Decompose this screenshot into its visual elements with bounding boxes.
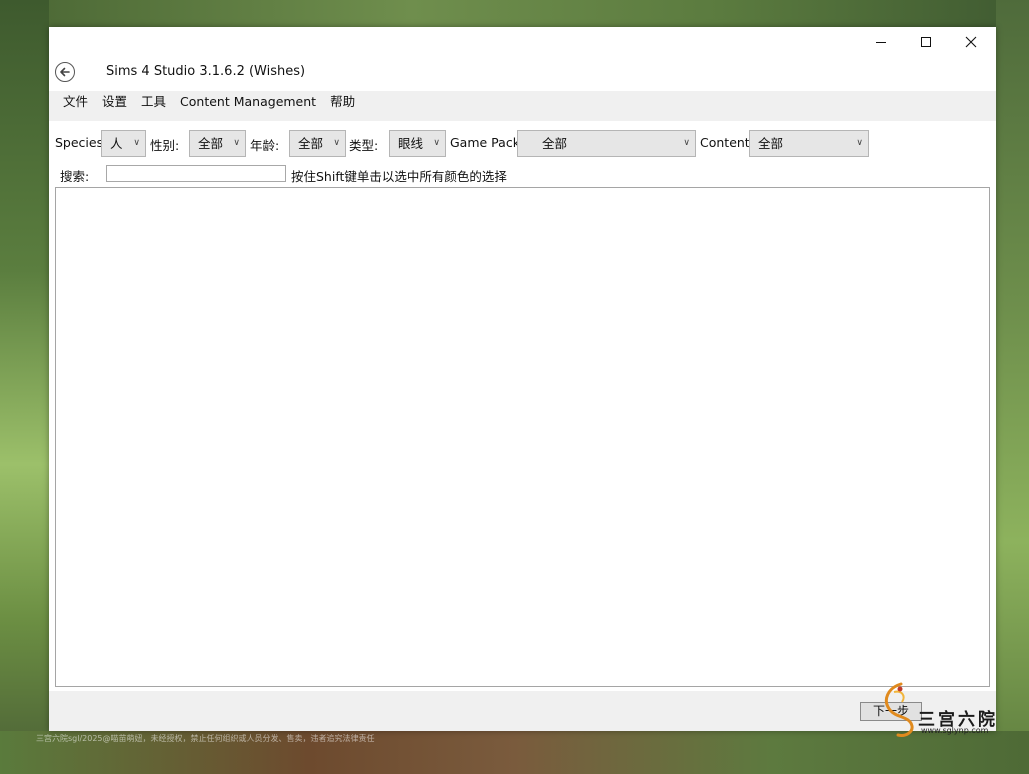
chevron-down-icon: ∨ [233, 138, 240, 148]
type-select[interactable]: 眼线 ∨ [389, 130, 446, 157]
bottom-bar: 下一步 [49, 691, 996, 731]
gamepack-label: Game Pack [450, 135, 520, 150]
desktop-background-right [996, 0, 1029, 774]
content-label: Content [700, 135, 750, 150]
search-input[interactable] [106, 165, 286, 182]
close-icon [965, 36, 977, 48]
type-label: 类型: [349, 138, 379, 153]
content-value: 全部 [758, 136, 784, 151]
species-label: Species [55, 135, 104, 150]
back-arrow-icon [60, 67, 70, 77]
close-button[interactable] [949, 31, 993, 53]
watermark-logo: 三宫六院 www.sglynp.com [876, 680, 1006, 740]
age-select[interactable]: 全部 ∨ [289, 130, 346, 157]
filter-bar: Species 人 ∨ 性别: 全部 ∨ 年龄: 全部 ∨ 类型: 眼线 ∨ G… [55, 130, 995, 157]
app-window: Sims 4 Studio 3.1.6.2 (Wishes) 文件 设置 工具 … [49, 27, 996, 731]
content-select[interactable]: 全部 ∨ [749, 130, 869, 157]
gamepack-select[interactable]: 全部 ∨ [517, 130, 696, 157]
chevron-down-icon: ∨ [856, 138, 863, 148]
maximize-button[interactable] [904, 31, 948, 53]
age-value: 全部 [298, 136, 324, 151]
gender-label: 性别: [150, 138, 180, 153]
item-list-panel[interactable] [55, 187, 990, 687]
gender-select[interactable]: 全部 ∨ [189, 130, 246, 157]
age-label: 年龄: [250, 138, 280, 153]
desktop-background-left [0, 0, 49, 774]
chevron-down-icon: ∨ [133, 138, 140, 148]
species-select[interactable]: 人 ∨ [101, 130, 146, 157]
type-value: 眼线 [398, 136, 424, 151]
desktop-background-top [0, 0, 1029, 27]
menu-tools[interactable]: 工具 [134, 93, 173, 111]
chevron-down-icon: ∨ [433, 138, 440, 148]
gamepack-value: 全部 [542, 136, 568, 151]
search-hint: 按住Shift键单击以选中所有颜色的选择 [291, 169, 507, 184]
back-button[interactable] [55, 62, 75, 82]
watermark-url: www.sglynp.com [921, 726, 989, 735]
window-title: Sims 4 Studio 3.1.6.2 (Wishes) [106, 64, 306, 79]
menu-file[interactable]: 文件 [56, 93, 95, 111]
title-bar: Sims 4 Studio 3.1.6.2 (Wishes) [49, 27, 996, 91]
menu-content-management[interactable]: Content Management [173, 93, 323, 111]
menu-bar: 文件 设置 工具 Content Management 帮助 [49, 91, 996, 121]
menu-settings[interactable]: 设置 [95, 93, 134, 111]
chevron-down-icon: ∨ [333, 138, 340, 148]
gender-value: 全部 [198, 136, 224, 151]
minimize-icon [876, 42, 886, 43]
menu-help[interactable]: 帮助 [323, 93, 362, 111]
search-row: 搜索: 按住Shift键单击以选中所有颜色的选择 [49, 164, 996, 184]
maximize-icon [921, 37, 931, 47]
search-label: 搜索: [60, 169, 90, 184]
watermark-text: 三宫六院sgl/2025@喵苗萌妞，未经授权，禁止任何组织或人员分发、售卖，违者… [36, 734, 375, 743]
species-value: 人 [110, 136, 123, 151]
chevron-down-icon: ∨ [683, 138, 690, 148]
minimize-button[interactable] [859, 31, 903, 53]
